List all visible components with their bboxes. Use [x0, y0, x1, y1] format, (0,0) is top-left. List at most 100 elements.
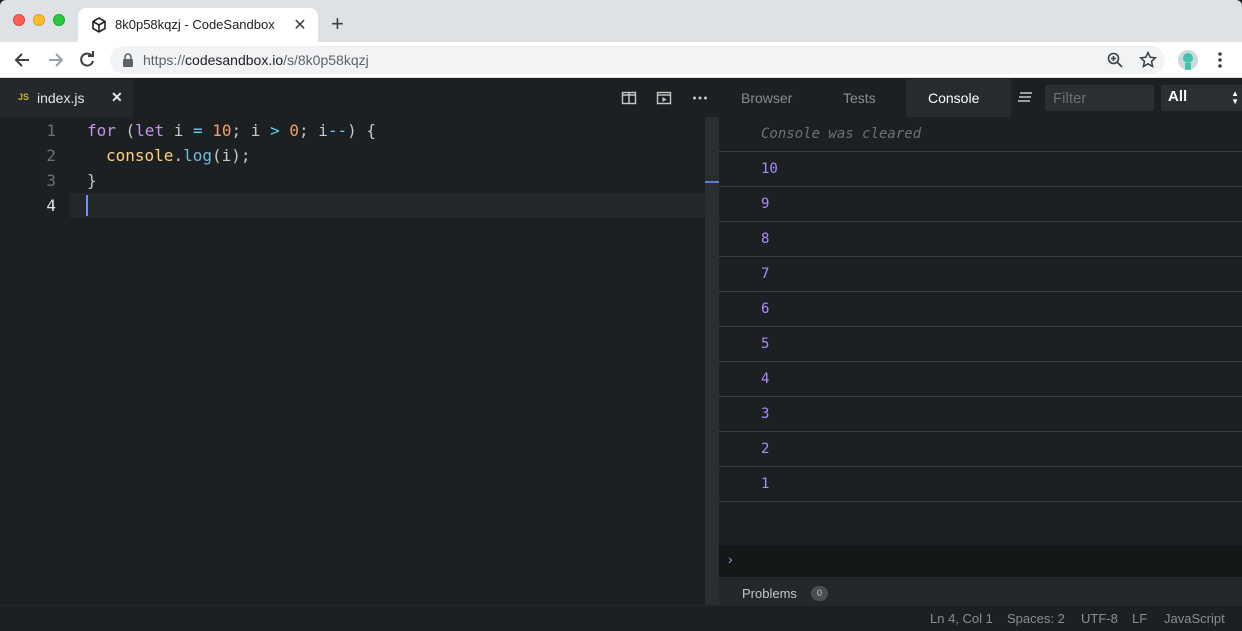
tab-close-icon[interactable]: ✕ — [292, 15, 308, 35]
console-output: Console was cleared 10 9 8 7 6 5 4 3 2 1 — [719, 117, 1242, 545]
editor-tab-bar: JS index.js ✕ — [0, 79, 719, 117]
problems-count-badge: 0 — [811, 586, 828, 601]
log-value: 10 — [761, 161, 778, 177]
url-path: /s/8k0p58kqzj — [283, 52, 369, 68]
javascript-file-icon: JS — [18, 92, 30, 102]
code-line-3: } — [87, 171, 97, 190]
console-input[interactable]: › — [719, 545, 1242, 577]
console-cleared-message: Console was cleared — [761, 126, 922, 142]
line-ending[interactable]: LF — [1132, 611, 1147, 626]
problems-bar: Problems 0 — [719, 577, 1242, 607]
log-level-value: All — [1168, 88, 1188, 105]
address-bar[interactable]: https://codesandbox.io/s/8k0p58kqzj — [110, 46, 1165, 74]
tab-problems[interactable]: Problems — [742, 586, 797, 601]
preview-tab-bar: Browser Tests Console All ▲▼ — [719, 79, 1242, 117]
tab-tests[interactable]: Tests — [843, 90, 876, 106]
console-cleared-row: Console was cleared — [719, 117, 1242, 152]
browser-toolbar: https://codesandbox.io/s/8k0p58kqzj — [0, 42, 1242, 78]
log-value: 2 — [761, 441, 770, 457]
object-token: console — [106, 146, 174, 165]
console-log-row: 3 — [719, 397, 1242, 432]
number-token: 0 — [289, 121, 299, 140]
line-number-gutter: 1 2 3 4 — [0, 117, 70, 605]
console-log-row: 6 — [719, 292, 1242, 327]
clear-console-icon[interactable] — [1017, 91, 1033, 105]
url-host: codesandbox.io — [185, 52, 284, 68]
log-value: 7 — [761, 266, 770, 282]
back-arrow-icon[interactable] — [13, 50, 33, 70]
tab-browser[interactable]: Browser — [741, 90, 792, 106]
codesandbox-logo-icon — [92, 17, 106, 33]
log-value: 8 — [761, 231, 770, 247]
title-bar: 8k0p58kqzj - CodeSandbox ✕ + — [0, 0, 1242, 42]
profile-avatar[interactable] — [1178, 50, 1198, 70]
console-log-row: 7 — [719, 257, 1242, 292]
line-number: 1 — [46, 121, 56, 140]
select-arrows-icon: ▲ ▼ — [1231, 89, 1239, 106]
code-editor[interactable]: 1 2 3 4 for (let i = 10; i > 0; i--) { c… — [0, 117, 705, 605]
split-view-icon[interactable] — [621, 90, 637, 106]
code-token: ; i — [231, 121, 271, 140]
console-log-row: 10 — [719, 152, 1242, 187]
maximize-window-button[interactable] — [53, 14, 65, 26]
minimize-window-button[interactable] — [33, 14, 45, 26]
bookmark-star-icon[interactable] — [1139, 51, 1157, 69]
console-prompt-icon: › — [728, 551, 733, 567]
file-tab-label: index.js — [37, 90, 85, 106]
editor-scrollbar[interactable] — [705, 117, 719, 605]
code-line-1: for (let i = 10; i > 0; i--) { — [87, 118, 376, 143]
more-actions-icon[interactable] — [692, 90, 708, 106]
close-window-button[interactable] — [13, 14, 25, 26]
console-log-row: 4 — [719, 362, 1242, 397]
operator-token: = — [192, 121, 203, 140]
console-log-row: 5 — [719, 327, 1242, 362]
line-number: 3 — [46, 171, 56, 190]
forward-arrow-icon[interactable] — [45, 50, 65, 70]
operator-token: -- — [327, 121, 348, 140]
operator-token: > — [270, 121, 280, 140]
url-text: https://codesandbox.io/s/8k0p58kqzj — [143, 52, 369, 68]
log-value: 4 — [761, 371, 770, 387]
cursor-position[interactable]: Ln 4, Col 1 — [930, 611, 993, 626]
status-bar: Ln 4, Col 1 Spaces: 2 UTF-8 LF JavaScrip… — [0, 605, 1242, 631]
browser-tab[interactable]: 8k0p58kqzj - CodeSandbox ✕ — [78, 8, 318, 42]
log-value: 9 — [761, 196, 770, 212]
text-cursor — [86, 195, 88, 216]
number-token: 10 — [212, 121, 232, 140]
language-mode[interactable]: JavaScript — [1164, 611, 1225, 626]
new-tab-button[interactable]: + — [331, 12, 344, 36]
console-filter-input[interactable] — [1045, 85, 1154, 111]
active-line-highlight — [70, 193, 705, 218]
code-token: . — [173, 146, 184, 165]
line-number: 2 — [46, 146, 56, 165]
profile-avatar-icon — [1183, 53, 1193, 70]
line-number: 4 — [46, 196, 56, 215]
indentation-setting[interactable]: Spaces: 2 — [1007, 611, 1065, 626]
url-scheme: https:// — [143, 52, 186, 68]
code-token: i — [164, 121, 193, 140]
log-value: 5 — [761, 336, 770, 352]
reload-icon[interactable] — [77, 50, 97, 70]
log-level-select[interactable]: All ▲ ▼ — [1161, 85, 1242, 111]
file-encoding[interactable]: UTF-8 — [1081, 611, 1118, 626]
tab-console[interactable]: Console — [928, 90, 979, 106]
tab-title: 8k0p58kqzj - CodeSandbox — [115, 17, 275, 32]
browser-menu-icon[interactable] — [1212, 51, 1228, 69]
console-log-row: 1 — [719, 467, 1242, 502]
preview-icon[interactable] — [656, 90, 672, 106]
code-token: ( — [115, 121, 136, 140]
code-token: (i); — [211, 146, 251, 165]
lock-icon — [123, 53, 133, 67]
console-log-row: 8 — [719, 222, 1242, 257]
zoom-icon[interactable] — [1106, 51, 1124, 69]
keyword-token: let — [135, 121, 165, 140]
log-value: 6 — [761, 301, 770, 317]
console-log-row: 2 — [719, 432, 1242, 467]
file-tab-close-icon[interactable]: ✕ — [111, 89, 123, 106]
function-token: log — [183, 146, 212, 165]
code-token: ) { — [347, 121, 377, 140]
browser-window: 8k0p58kqzj - CodeSandbox ✕ + https://cod… — [0, 0, 1242, 631]
file-tab-index-js[interactable]: JS index.js ✕ — [0, 79, 133, 117]
